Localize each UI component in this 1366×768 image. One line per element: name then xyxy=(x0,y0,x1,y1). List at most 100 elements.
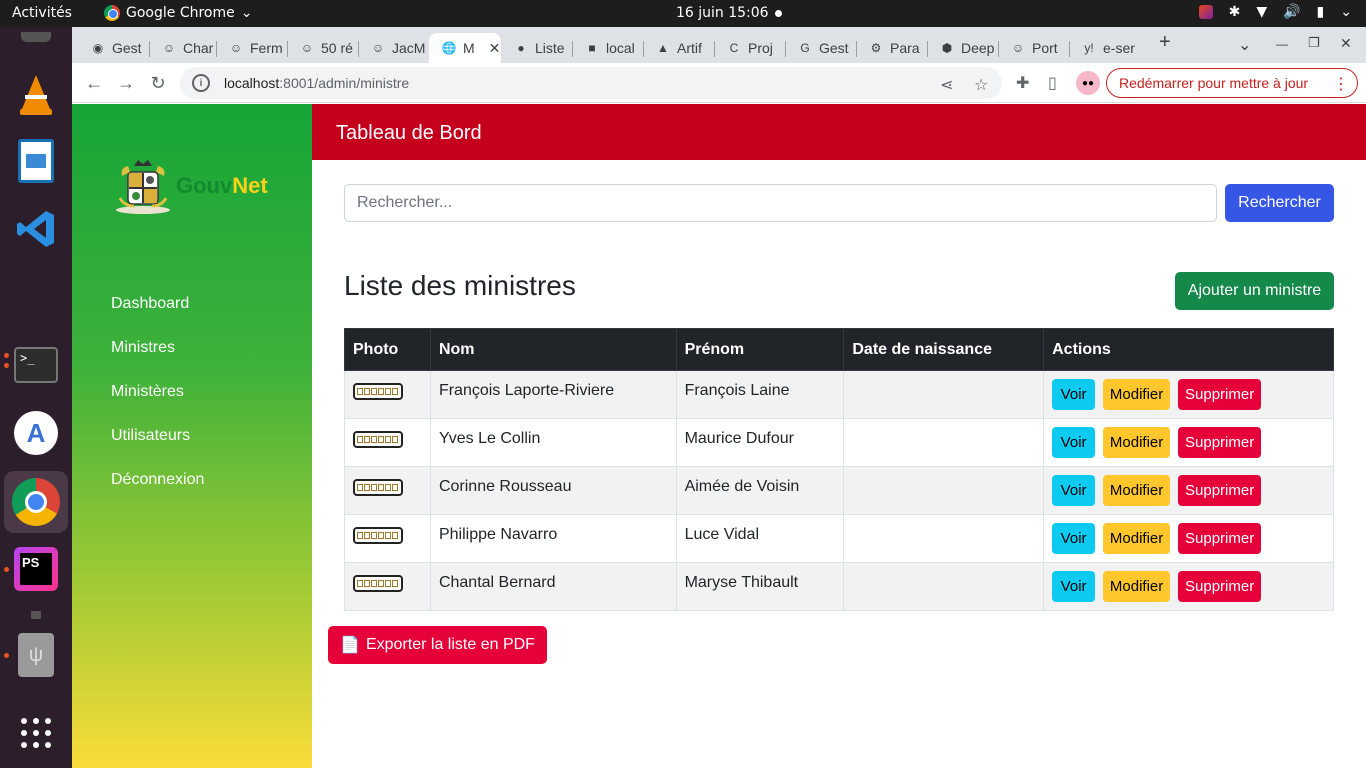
minister-photo xyxy=(353,479,403,496)
ministers-table: Photo Nom Prénom Date de naissance Actio… xyxy=(344,328,1334,611)
sidebar-item-ministres[interactable]: Ministres xyxy=(111,338,204,382)
date-cell xyxy=(843,466,1045,515)
sidebar-item-utilisateurs[interactable]: Utilisateurs xyxy=(111,426,204,470)
nom-cell: Chantal Bernard xyxy=(429,562,677,611)
view-button[interactable]: Voir xyxy=(1052,523,1096,554)
system-top-bar: Activités Google Chrome ⌄ 16 juin 15:06 … xyxy=(0,0,1366,27)
logo[interactable]: GouvNet xyxy=(114,158,268,214)
smiley-icon: ☺ xyxy=(300,41,314,55)
tab-10[interactable]: G Gest xyxy=(785,33,856,63)
tab-14[interactable]: y! e-ser xyxy=(1069,33,1135,63)
side-panel-icon[interactable]: ▯ xyxy=(1048,73,1057,93)
chrome-dock-icon[interactable] xyxy=(4,471,68,533)
browser-toolbar: ← → ↻ i localhost:8001/admin/ministre ⋖ … xyxy=(72,63,1366,103)
table-header-row: Photo Nom Prénom Date de naissance Actio… xyxy=(344,328,1334,371)
battery-icon[interactable]: ▮ xyxy=(1317,4,1325,20)
vscode-icon[interactable] xyxy=(12,205,60,253)
document-icon: 📄 xyxy=(340,637,360,654)
tab-1[interactable]: ☺ Char xyxy=(149,33,216,63)
new-tab-icon[interactable]: + xyxy=(1159,31,1171,54)
activities-button[interactable]: Activités xyxy=(12,5,72,21)
view-button[interactable]: Voir xyxy=(1052,475,1096,506)
webcam-icon[interactable] xyxy=(12,27,60,47)
clock[interactable]: 16 juin 15:06 xyxy=(676,5,769,21)
tab-11[interactable]: ⚙ Para xyxy=(856,33,927,63)
tab-strip: ◉ Gest ☺ Char ☺ Ferm ☺ 50 ré ☺ JacM 🌐 M ✕ ● Liste ■ loca… xyxy=(72,27,1366,63)
vlc-icon[interactable] xyxy=(12,71,60,119)
android-studio-icon[interactable]: A xyxy=(12,409,60,457)
edit-button[interactable]: Modifier xyxy=(1103,379,1171,410)
app-menu[interactable]: Google Chrome ⌄ xyxy=(104,5,252,21)
tab-label: e-ser xyxy=(1103,40,1135,56)
delete-button[interactable]: Supprimer xyxy=(1178,379,1262,410)
sidebar-item-dashboard[interactable]: Dashboard xyxy=(111,294,204,338)
terminal-icon[interactable]: >_ xyxy=(12,341,60,389)
delete-button[interactable]: Supprimer xyxy=(1178,427,1262,458)
volume-icon[interactable]: 🔊 xyxy=(1283,4,1300,20)
share-icon[interactable]: ⋖ xyxy=(940,75,953,95)
slack-icon[interactable]: ✱ xyxy=(1229,4,1241,20)
tab-4[interactable]: ☺ JacM xyxy=(358,33,429,63)
tab-5[interactable]: 🌐 M ✕ xyxy=(429,33,501,63)
profile-avatar[interactable]: ●● xyxy=(1076,71,1100,95)
image-icon: ▲ xyxy=(657,41,669,55)
show-apps-icon[interactable] xyxy=(12,709,60,757)
minimize-icon[interactable]: — xyxy=(1276,37,1288,51)
table-body: François Laporte-Riviere François Laine Vo… xyxy=(344,370,1334,611)
window-close-icon[interactable]: ✕ xyxy=(1340,35,1352,52)
tab-8[interactable]: ▲ Artif xyxy=(643,33,714,63)
nom-cell: Philippe Navarro xyxy=(429,514,677,563)
hexagon-icon: ⬢ xyxy=(941,41,953,55)
edit-button[interactable]: Modifier xyxy=(1103,427,1171,458)
tab-0[interactable]: ◉ Gest xyxy=(78,33,149,63)
wifi-icon[interactable]: ▼ xyxy=(1256,4,1267,20)
edit-button[interactable]: Modifier xyxy=(1103,475,1171,506)
bookmark-star-icon[interactable]: ☆ xyxy=(974,75,988,95)
tab-label: Ferm xyxy=(250,40,283,56)
delete-button[interactable]: Supprimer xyxy=(1178,523,1262,554)
update-chrome-button[interactable]: Redémarrer pour mettre à jour ⋮ xyxy=(1106,68,1358,98)
chevron-down-icon[interactable]: ⌄ xyxy=(1340,4,1352,20)
forward-icon[interactable]: → xyxy=(114,71,138,95)
tab-label: Artif xyxy=(677,40,702,56)
edit-button[interactable]: Modifier xyxy=(1103,571,1171,602)
view-button[interactable]: Voir xyxy=(1052,379,1096,410)
sidebar-item-deconnexion[interactable]: Déconnexion xyxy=(111,470,204,514)
view-button[interactable]: Voir xyxy=(1052,571,1096,602)
address-bar[interactable]: i localhost:8001/admin/ministre ⋖ ☆ xyxy=(180,67,1002,99)
tab-7[interactable]: ■ local xyxy=(572,33,643,63)
phpstorm-icon[interactable]: PS xyxy=(12,545,60,593)
back-icon[interactable]: ← xyxy=(82,71,106,95)
tab-search-icon[interactable]: ⌄ xyxy=(1238,35,1251,55)
edit-button[interactable]: Modifier xyxy=(1103,523,1171,554)
site-info-icon[interactable]: i xyxy=(192,74,210,92)
extensions-icon[interactable]: ✚ xyxy=(1016,73,1029,93)
search-input[interactable] xyxy=(344,184,1217,222)
system-tray[interactable]: ✱ ▼ 🔊 ▮ ⌄ xyxy=(1198,4,1352,20)
tab-3[interactable]: ☺ 50 ré xyxy=(287,33,358,63)
view-button[interactable]: Voir xyxy=(1052,427,1096,458)
export-pdf-button[interactable]: 📄 Exporter la liste en PDF xyxy=(328,626,547,664)
url-host: localhost xyxy=(224,75,280,91)
table-row: Chantal Bernard Maryse Thibault Voir Modifi… xyxy=(344,562,1334,611)
delete-button[interactable]: Supprimer xyxy=(1178,571,1262,602)
add-minister-button[interactable]: Ajouter un ministre xyxy=(1175,272,1334,310)
tab-2[interactable]: ☺ Ferm xyxy=(216,33,287,63)
tab-13[interactable]: ☺ Port xyxy=(998,33,1069,63)
date-cell xyxy=(843,370,1045,419)
tab-6[interactable]: ● Liste xyxy=(501,33,572,63)
usb-drive-icon[interactable]: ψ xyxy=(12,631,60,679)
sidebar-item-ministeres[interactable]: Ministères xyxy=(111,382,204,426)
app-indicator-icon[interactable] xyxy=(1198,5,1213,19)
tab-9[interactable]: C Proj xyxy=(714,33,785,63)
url-text: localhost:8001/admin/ministre xyxy=(224,75,409,91)
search-button[interactable]: Rechercher xyxy=(1225,184,1334,222)
square-icon: ■ xyxy=(588,41,596,55)
reload-icon[interactable]: ↻ xyxy=(146,71,170,95)
more-menu-icon[interactable]: ⋮ xyxy=(1333,74,1349,94)
delete-button[interactable]: Supprimer xyxy=(1178,475,1262,506)
tab-12[interactable]: ⬢ Deep xyxy=(927,33,998,63)
libreoffice-draw-icon[interactable] xyxy=(12,137,60,185)
tab-close-icon[interactable]: ✕ xyxy=(489,40,501,57)
maximize-icon[interactable]: ❐ xyxy=(1308,35,1320,51)
